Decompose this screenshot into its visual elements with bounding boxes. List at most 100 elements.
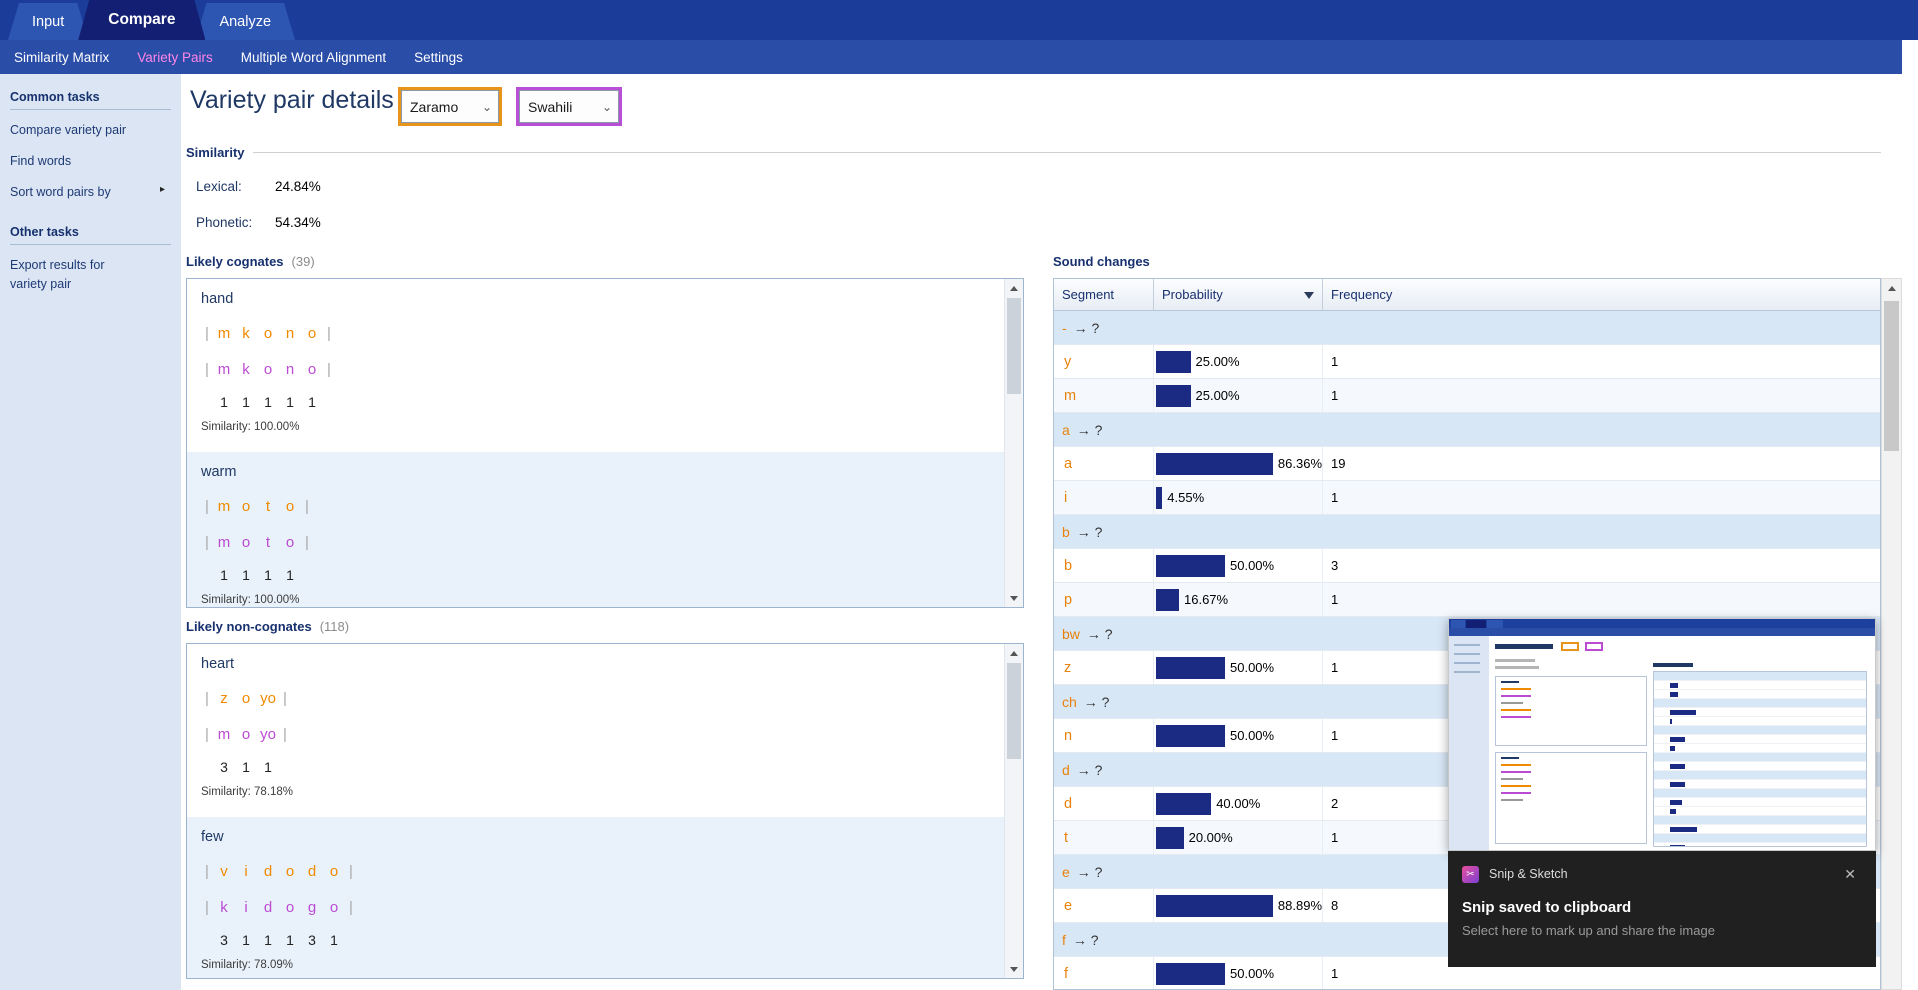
snip-preview-row — [1654, 762, 1866, 771]
snip-preview-sidebar — [1449, 636, 1489, 851]
mini-tab — [1466, 620, 1486, 628]
sound-change-row[interactable]: p16.67%1 — [1054, 583, 1880, 617]
alignment-scores: |1111| — [201, 560, 1004, 590]
probability-bar — [1156, 555, 1225, 577]
sound-change-group-row[interactable]: b→ ? — [1054, 515, 1880, 549]
sidebar-item-find-words[interactable]: Find words — [10, 152, 171, 170]
chevron-down-icon: ⌄ — [476, 100, 498, 114]
gloss-word: few — [201, 829, 1004, 851]
snip-preview-row — [1654, 807, 1866, 816]
variety2-value: Swahili — [528, 99, 572, 115]
sound-changes-heading-label: Sound changes — [1053, 254, 1150, 269]
sidebar-item-sort-word-pairs-by[interactable]: Sort word pairs by▸ — [10, 183, 171, 201]
notification-toast[interactable]: ✂ Snip & Sketch ✕ Snip saved to clipboar… — [1448, 851, 1876, 967]
noncognates-heading-label: Likely non-cognates — [186, 619, 312, 634]
scroll-down-button[interactable] — [1005, 589, 1023, 607]
snip-preview-listbox — [1495, 752, 1647, 844]
cognates-scrollbar[interactable] — [1004, 279, 1023, 607]
nav-settings[interactable]: Settings — [400, 40, 477, 74]
word-pair-entry[interactable]: hand|mkono||mkono||11111|Similarity: 100… — [187, 279, 1004, 452]
sidebar-item-compare-variety-pair[interactable]: Compare variety pair — [10, 121, 171, 139]
variety2-transcription: |mkono| — [201, 353, 1004, 385]
variety2-combobox[interactable]: Swahili ⌄ — [516, 87, 622, 126]
snip-preview-row — [1654, 798, 1866, 807]
sidebar-section: Common tasksCompare variety pairFind wor… — [10, 90, 171, 201]
sound-changes-scrollbar[interactable] — [1881, 278, 1902, 990]
sound-change-group-row[interactable]: a→ ? — [1054, 413, 1880, 447]
word-pair-entry[interactable]: few|vidodo||kidogo||311131|Similarity: 7… — [187, 817, 1004, 978]
word-pair-entry[interactable]: warm|moto||moto||1111|Similarity: 100.00… — [187, 452, 1004, 607]
snip-preview-row — [1654, 690, 1866, 699]
probability-bar — [1156, 725, 1225, 747]
variety1-transcription: |moto| — [201, 490, 1004, 522]
tab-bar: InputCompareAnalyze — [0, 0, 1918, 40]
cognates-entries: hand|mkono||mkono||11111|Similarity: 100… — [187, 279, 1004, 607]
snip-preview-row — [1654, 708, 1866, 717]
cognates-count: (39) — [292, 254, 315, 269]
close-icon[interactable]: ✕ — [1838, 864, 1862, 885]
scroll-up-button[interactable] — [1005, 279, 1023, 297]
sidebar: Common tasksCompare variety pairFind wor… — [0, 74, 181, 990]
snip-preview-thumbnail[interactable] — [1448, 618, 1876, 851]
sound-change-row[interactable]: b50.00%3 — [1054, 549, 1880, 583]
probability-bar — [1156, 487, 1162, 509]
pair-similarity: Similarity: 78.18% — [201, 786, 1004, 798]
lexical-similarity: Lexical:24.84% — [196, 179, 321, 194]
snip-preview-textline — [1495, 666, 1539, 669]
variety1-combobox[interactable]: Zaramo ⌄ — [398, 87, 502, 126]
phonetic-label: Phonetic: — [196, 215, 275, 230]
scrollbar-thumb[interactable] — [1007, 663, 1021, 759]
alignment-scores: |311| — [201, 752, 1004, 782]
scrollbar-thumb[interactable] — [1884, 301, 1899, 451]
scrollbar-thumb[interactable] — [1007, 298, 1021, 394]
toast-header: ✂ Snip & Sketch ✕ — [1448, 857, 1876, 891]
scroll-up-button[interactable] — [1005, 644, 1023, 662]
column-header-probability[interactable]: Probability — [1154, 279, 1323, 310]
snip-preview-row — [1654, 825, 1866, 834]
tab-analyze[interactable]: Analyze — [195, 3, 295, 40]
sound-change-row[interactable]: i4.55%1 — [1054, 481, 1880, 515]
lexical-value: 24.84% — [275, 179, 321, 194]
probability-column-label: Probability — [1162, 287, 1223, 302]
probability-bar — [1156, 385, 1191, 407]
alignment-scores: |11111| — [201, 387, 1004, 417]
pair-similarity: Similarity: 100.00% — [201, 594, 1004, 606]
tab-input[interactable]: Input — [8, 3, 88, 40]
sound-change-row[interactable]: m25.00%1 — [1054, 379, 1880, 413]
probability-bar — [1156, 351, 1191, 373]
sound-changes-header-row: Segment Probability Frequency — [1054, 279, 1880, 311]
noncognates-entries: heart|zoyo||moyo||311|Similarity: 78.18%… — [187, 644, 1004, 978]
noncognates-scrollbar[interactable] — [1004, 644, 1023, 978]
sidebar-item-export-results-for-variety-pair[interactable]: Export results for variety pair — [10, 256, 171, 292]
sound-change-row[interactable]: y25.00%1 — [1054, 345, 1880, 379]
toast-title: Snip saved to clipboard — [1462, 899, 1862, 916]
scroll-up-button[interactable] — [1882, 279, 1901, 297]
snip-preview-row — [1654, 717, 1866, 726]
word-pair-entry[interactable]: heart|zoyo||moyo||311|Similarity: 78.18% — [187, 644, 1004, 817]
lexical-label: Lexical: — [196, 179, 275, 194]
sidebar-section: Other tasksExport results for variety pa… — [10, 225, 171, 292]
submenu-arrow-icon: ▸ — [160, 184, 165, 195]
snip-preview-row — [1654, 744, 1866, 753]
snip-preview-row — [1654, 771, 1866, 780]
sound-change-group-row[interactable]: -→ ? — [1054, 311, 1880, 345]
probability-bar — [1156, 963, 1225, 985]
nav-similarity-matrix[interactable]: Similarity Matrix — [0, 40, 123, 74]
column-header-segment[interactable]: Segment — [1054, 279, 1154, 310]
arrow-down-icon — [1010, 967, 1018, 972]
nav-variety-pairs[interactable]: Variety Pairs — [123, 40, 227, 74]
snip-preview-row — [1654, 780, 1866, 789]
tab-compare[interactable]: Compare — [78, 0, 205, 40]
variety1-value: Zaramo — [410, 99, 458, 115]
gloss-word: warm — [201, 464, 1004, 486]
nav-multiple-word-alignment[interactable]: Multiple Word Alignment — [227, 40, 400, 74]
snip-preview-textline — [1495, 659, 1535, 662]
variety2-transcription: |moto| — [201, 526, 1004, 558]
snip-preview-row — [1654, 753, 1866, 762]
column-header-frequency[interactable]: Frequency — [1323, 279, 1880, 310]
sound-change-row[interactable]: a86.36%19 — [1054, 447, 1880, 481]
sort-dropdown-button[interactable] — [1300, 287, 1317, 303]
pair-similarity: Similarity: 78.09% — [201, 959, 1004, 971]
toast-subtitle[interactable]: Select here to mark up and share the ima… — [1462, 923, 1862, 938]
scroll-down-button[interactable] — [1005, 960, 1023, 978]
